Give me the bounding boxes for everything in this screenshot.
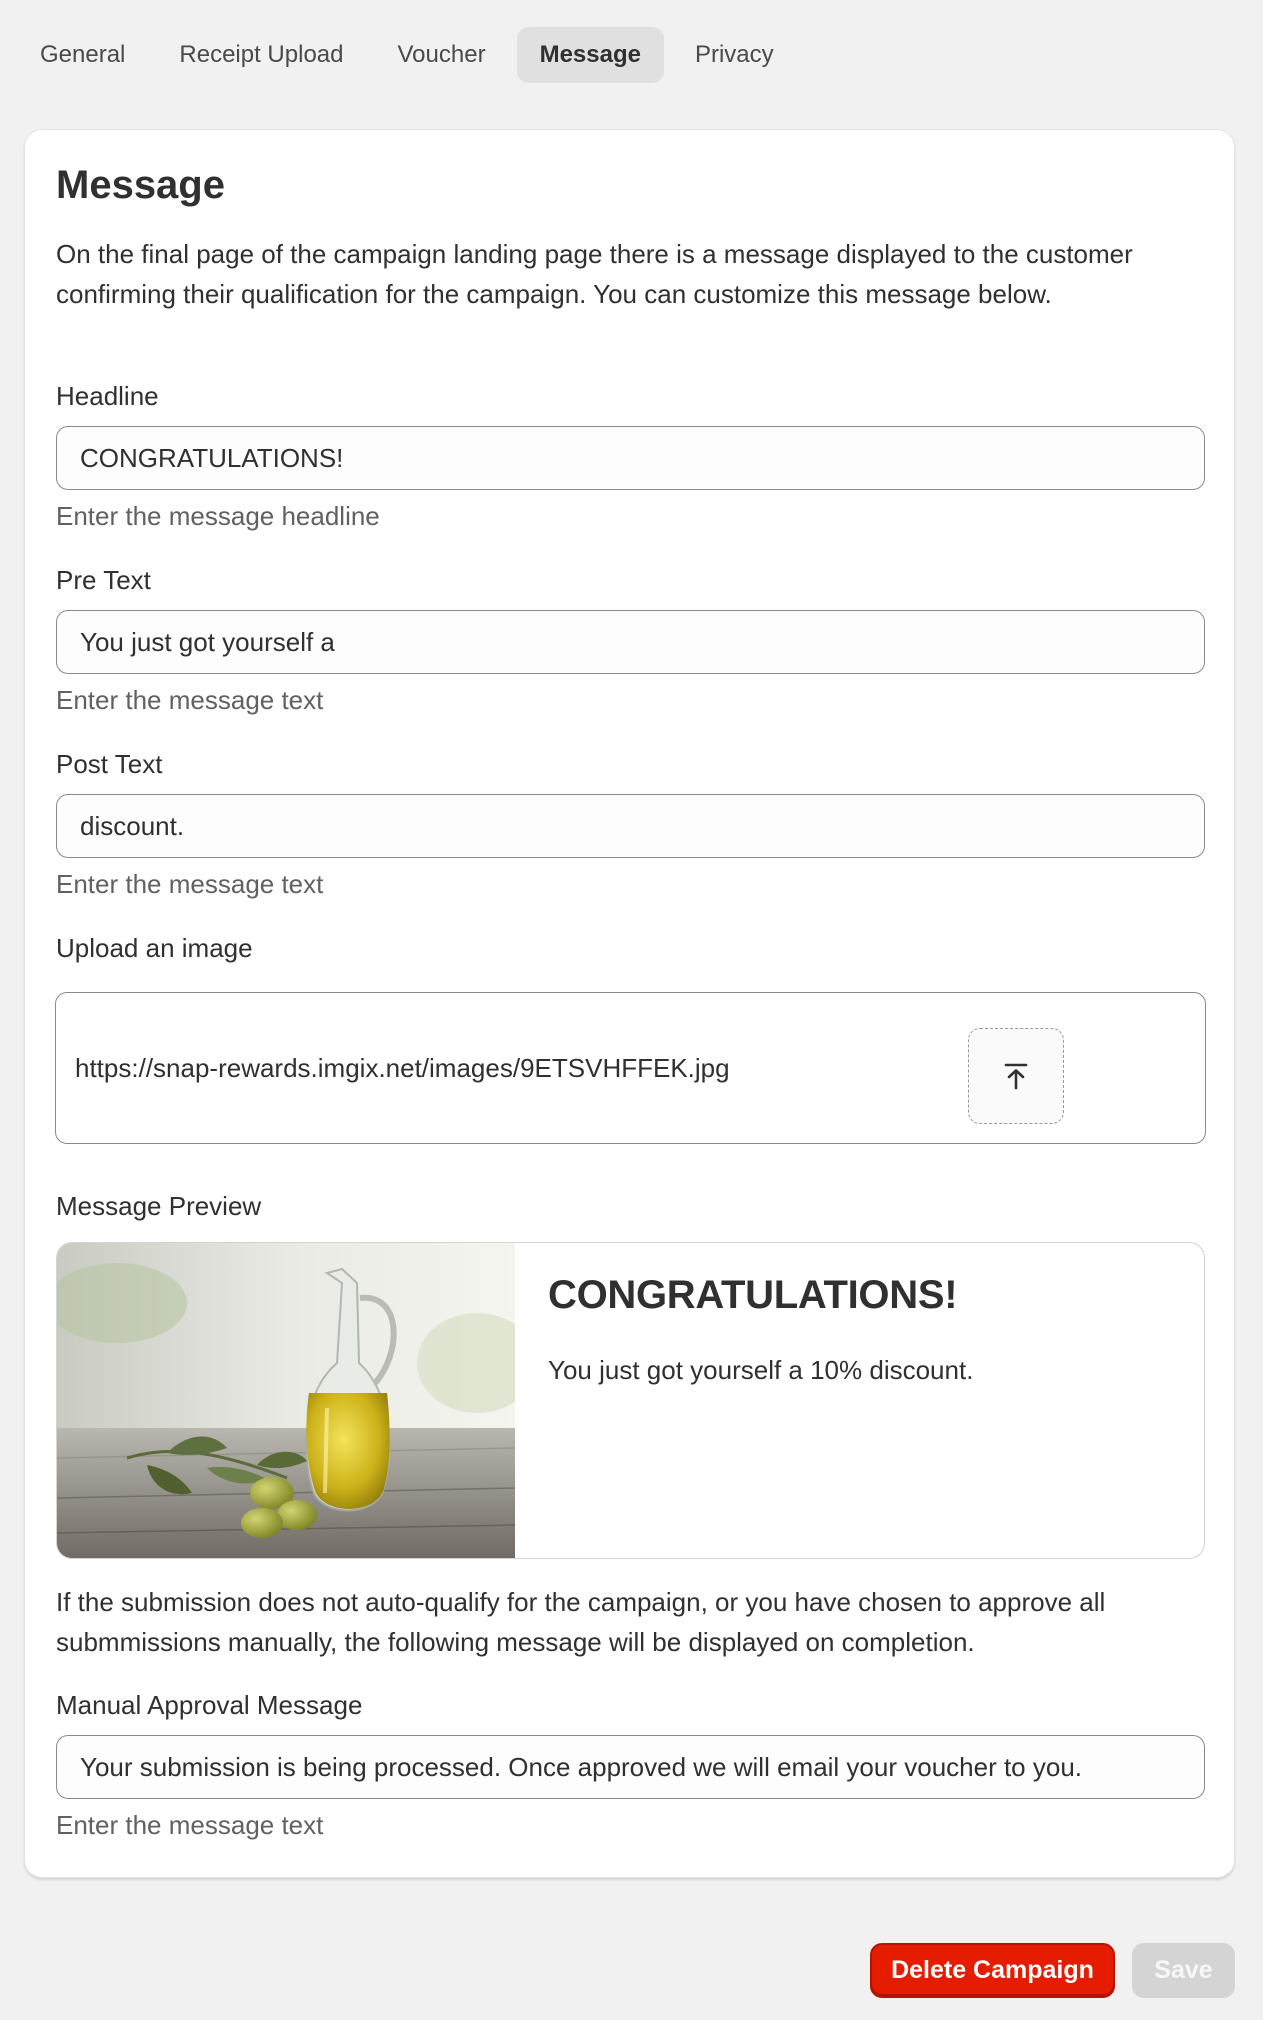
headline-input[interactable]: CONGRATULATIONS! xyxy=(56,426,1205,490)
pre-text-label: Pre Text xyxy=(56,565,151,595)
card-intro: On the final page of the campaign landin… xyxy=(56,239,1133,309)
post-text-label: Post Text xyxy=(56,749,163,779)
headline-label: Headline xyxy=(56,381,159,411)
message-preview: CONGRATULATIONS! You just got yourself a… xyxy=(56,1242,1205,1559)
manual-approval-input[interactable]: Your submission is being processed. Once… xyxy=(56,1735,1205,1799)
message-settings-card: Message On the final page of the campaig… xyxy=(24,129,1235,1878)
preview-label: Message Preview xyxy=(56,1191,262,1221)
preview-headline: CONGRATULATIONS! xyxy=(548,1273,958,1317)
upload-label: Upload an image xyxy=(56,933,253,963)
post-text-input[interactable]: discount. xyxy=(56,794,1205,858)
post-text-help: Enter the message text xyxy=(56,869,324,899)
image-upload-field[interactable]: https://snap-rewards.imgix.net/images/9E… xyxy=(55,992,1206,1144)
tab-general[interactable]: General xyxy=(17,27,148,83)
upload-url: https://snap-rewards.imgix.net/images/9E… xyxy=(75,1052,730,1083)
upload-button[interactable] xyxy=(968,1028,1064,1124)
pre-text-help: Enter the message text xyxy=(56,685,324,715)
delete-campaign-button[interactable]: Delete Campaign xyxy=(870,1943,1115,1998)
tab-bar: General Receipt Upload Voucher Message P… xyxy=(17,27,797,83)
olive-oil-image xyxy=(57,1243,515,1558)
tab-receipt-upload[interactable]: Receipt Upload xyxy=(156,27,366,83)
tab-privacy[interactable]: Privacy xyxy=(672,27,797,83)
tab-voucher[interactable]: Voucher xyxy=(375,27,509,83)
tab-message[interactable]: Message xyxy=(516,27,664,83)
save-button[interactable]: Save xyxy=(1132,1943,1235,1998)
upload-icon xyxy=(1004,1063,1028,1090)
headline-help: Enter the message headline xyxy=(56,501,380,531)
manual-approval-label: Manual Approval Message xyxy=(56,1690,363,1720)
card-title: Message xyxy=(56,163,225,207)
manual-approval-description: If the submission does not auto-qualify … xyxy=(56,1587,1106,1657)
preview-text: You just got yourself a 10% discount. xyxy=(548,1355,974,1385)
pre-text-input[interactable]: You just got yourself a xyxy=(56,610,1205,674)
manual-approval-help: Enter the message text xyxy=(56,1810,324,1840)
